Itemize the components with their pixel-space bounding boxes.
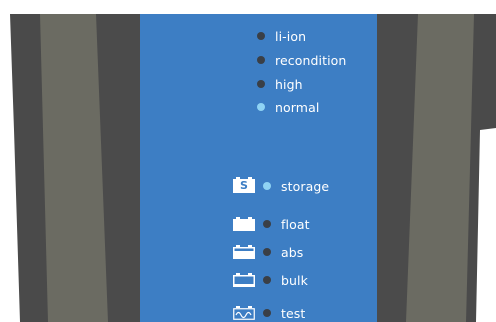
charger-front-view: li-ion recondition high normal S storage	[0, 0, 496, 322]
high-label: high	[275, 76, 303, 92]
test-label: test	[281, 305, 306, 321]
stage-row-test: test	[233, 302, 305, 322]
stage-row-abs: abs	[233, 241, 303, 263]
high-led	[257, 80, 265, 88]
indicator-panel: li-ion recondition high normal S storage	[140, 14, 377, 322]
normal-led	[257, 103, 265, 111]
recondition-label: recondition	[275, 52, 347, 68]
normal-label: normal	[275, 99, 320, 115]
stage-row-bulk: bulk	[233, 269, 308, 291]
li-ion-led	[257, 32, 265, 40]
storage-label: storage	[281, 178, 330, 194]
storage-s-icon: S	[233, 177, 255, 193]
mode-row-recondition: recondition	[257, 49, 346, 71]
bulk-label: bulk	[281, 272, 308, 288]
test-led	[263, 309, 271, 317]
battery-high-icon	[233, 245, 255, 259]
float-led	[263, 220, 271, 228]
casing-right-olive	[406, 14, 476, 322]
recondition-led	[257, 56, 265, 64]
battery-test-wave-icon	[233, 306, 255, 320]
abs-led	[263, 248, 271, 256]
stage-row-storage: S storage	[233, 175, 329, 197]
battery-empty-icon	[233, 273, 255, 287]
battery-full-icon	[233, 217, 255, 231]
abs-label: abs	[281, 244, 304, 260]
float-label: float	[281, 216, 310, 232]
bulk-led	[263, 276, 271, 284]
mode-row-normal: normal	[257, 96, 319, 118]
mode-row-li-ion: li-ion	[257, 25, 306, 47]
mode-row-high: high	[257, 73, 303, 95]
li-ion-label: li-ion	[275, 28, 307, 44]
storage-led	[263, 182, 271, 190]
stage-row-float: float	[233, 213, 310, 235]
